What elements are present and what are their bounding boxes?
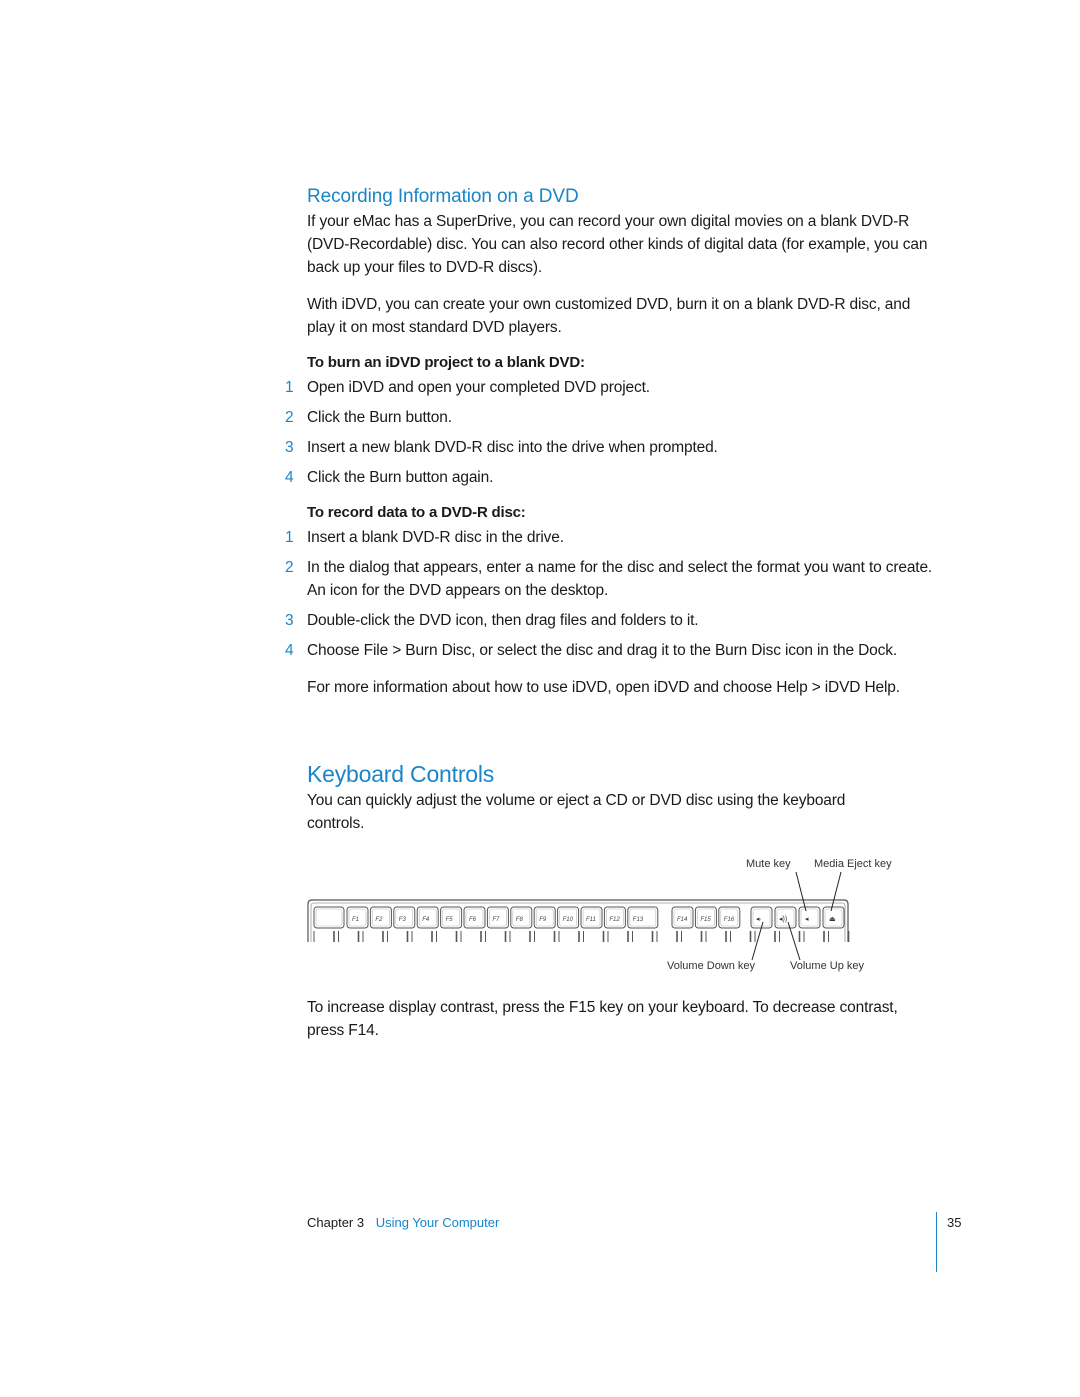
- function-key-label: F10: [563, 917, 574, 923]
- mute-icon: ◂: [805, 916, 809, 923]
- function-key-label: F13: [633, 917, 644, 923]
- function-key-label: F3: [399, 917, 407, 923]
- step-text: Click the Burn button again.: [307, 469, 494, 486]
- step-text: Insert a new blank DVD-R disc into the d…: [307, 439, 718, 456]
- function-key-label: F14: [677, 917, 688, 923]
- idvd-paragraph: With iDVD, you can create your own custo…: [307, 296, 911, 336]
- function-key-label: F9: [539, 917, 547, 923]
- step-text: In the dialog that appears, enter a name…: [307, 559, 933, 599]
- function-key-label: F2: [375, 917, 383, 923]
- step-text: Double-click the DVD icon, then drag fil…: [307, 612, 699, 629]
- function-key-label: F6: [469, 917, 477, 923]
- keyboard-drawing: F1 F2 F3 F4 F5 F6 F7 F8 F9 F10 F11 F12 F13 F14 F15 F16 ◂…: [307, 871, 850, 961]
- function-key-label: F1: [352, 917, 359, 923]
- step-number: 1: [285, 529, 294, 546]
- page-number: 35: [947, 1215, 962, 1230]
- step-number: 3: [285, 439, 294, 456]
- keyboard-illustration: Mute key Media Eject key Volume Down key…: [300, 850, 920, 990]
- procedure-title-burn-idvd: To burn an iDVD project to a blank DVD:: [307, 354, 585, 371]
- contrast-paragraph: To increase display contrast, press the …: [307, 999, 898, 1039]
- procedure-title-record-data: To record data to a DVD-R disc:: [307, 504, 526, 521]
- function-key-label: F4: [422, 917, 430, 923]
- function-key-label: F11: [586, 917, 596, 923]
- volume-up-icon: ◂)): [779, 916, 787, 923]
- footer-divider: [936, 1212, 937, 1272]
- idvd-help-paragraph: For more information about how to use iD…: [307, 679, 900, 696]
- section-heading-recording-dvd: Recording Information on a DVD: [307, 186, 579, 207]
- eject-icon: ⏏: [829, 916, 836, 923]
- step-text: Choose File > Burn Disc, or select the d…: [307, 642, 897, 659]
- step-number: 1: [285, 379, 294, 396]
- section-heading-keyboard-controls: Keyboard Controls: [307, 761, 495, 787]
- volume-down-icon: ◂·: [756, 916, 762, 923]
- step-text: Insert a blank DVD-R disc in the drive.: [307, 529, 564, 546]
- function-key-label: F16: [724, 917, 735, 923]
- step-number: 4: [285, 469, 294, 486]
- function-key-label: F7: [492, 917, 500, 923]
- chapter-label: Chapter 3: [307, 1215, 365, 1230]
- escape-key: [313, 906, 345, 929]
- function-key-label: F5: [446, 917, 454, 923]
- mute-callout-line: [795, 871, 807, 912]
- step-number: 2: [285, 559, 294, 576]
- keyboard-intro-paragraph: You can quickly adjust the volume or eje…: [307, 792, 846, 832]
- function-key-label: F15: [700, 917, 711, 923]
- function-key-label: F8: [516, 917, 524, 923]
- step-text: Click the Burn button.: [307, 409, 452, 426]
- step-number: 4: [285, 642, 294, 659]
- step-number: 2: [285, 409, 294, 426]
- step-number: 3: [285, 612, 294, 629]
- chapter-title-link[interactable]: Using Your Computer: [376, 1215, 500, 1230]
- footer-chapter: Chapter 3 Using Your Computer: [307, 1215, 499, 1230]
- function-key-label: F12: [609, 917, 620, 923]
- step-text: Open iDVD and open your completed DVD pr…: [307, 379, 650, 396]
- mute-key: [798, 906, 821, 929]
- intro-paragraph: If your eMac has a SuperDrive, you can r…: [307, 213, 928, 276]
- eject-callout-line: [830, 871, 842, 912]
